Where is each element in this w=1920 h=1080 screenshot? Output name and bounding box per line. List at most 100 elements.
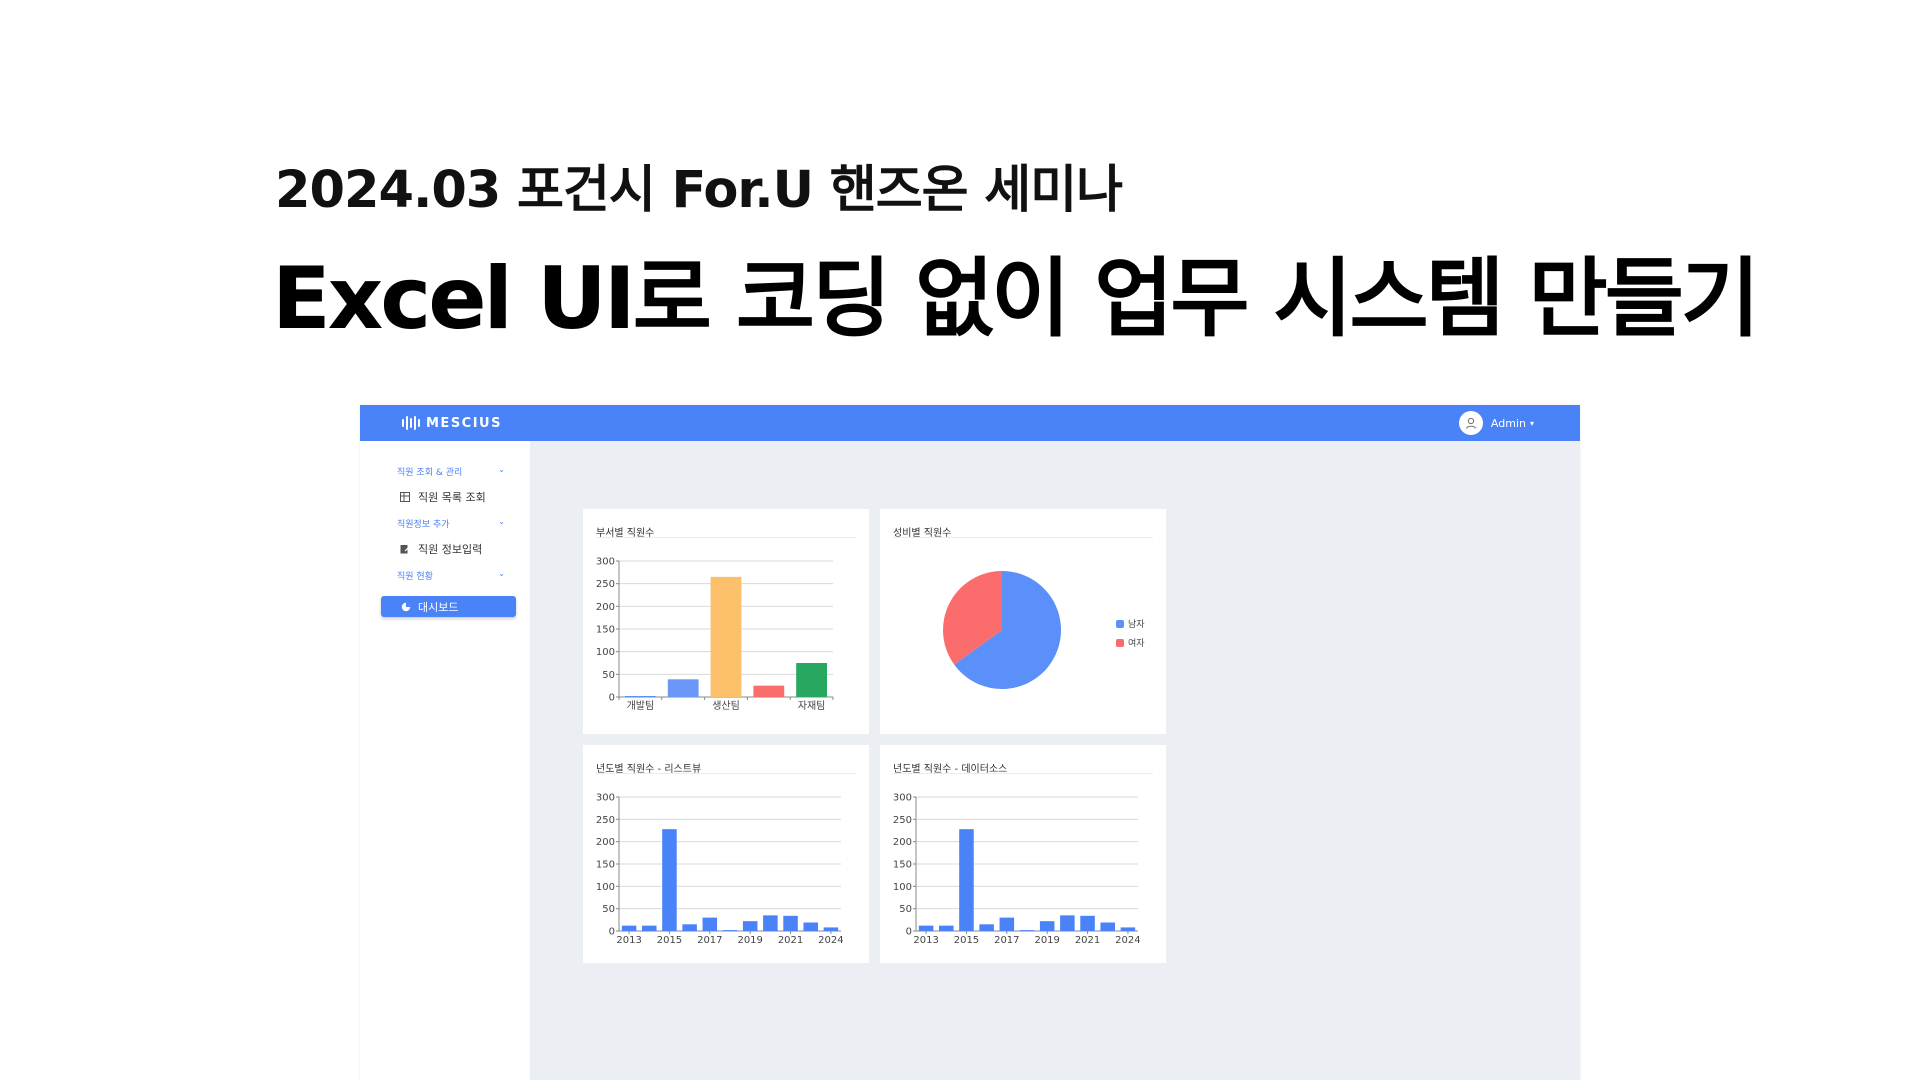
bar xyxy=(742,921,758,931)
mescius-logo-icon xyxy=(402,416,420,430)
x-tick-label: 생산팀 xyxy=(712,700,740,712)
y-tick-label: 100 xyxy=(596,647,615,658)
sidebar-group-employee-add[interactable]: 직원정보 추가 ⌄ xyxy=(397,517,505,530)
bar xyxy=(959,829,974,931)
sidebar-group-label: 직원 조회 & 관리 xyxy=(397,468,463,478)
bar xyxy=(763,915,778,931)
pie-chart-icon xyxy=(401,602,411,611)
sidebar-item-label: 대시보드 xyxy=(418,600,459,614)
slide: 2024.03 포건시 For.U 핸즈온 세미나 Excel UI로 코딩 없… xyxy=(0,0,1920,1080)
x-tick-label: 2019 xyxy=(737,935,762,946)
card-gender-chart: 성비별 직원수 남자 여자 xyxy=(880,509,1166,734)
bar xyxy=(702,917,718,931)
y-tick-label: 150 xyxy=(893,860,912,871)
y-tick-label: 0 xyxy=(609,693,615,704)
y-tick-label: 200 xyxy=(596,602,615,613)
y-tick-label: 300 xyxy=(893,793,912,804)
bar xyxy=(803,922,818,931)
y-tick-label: 100 xyxy=(893,882,912,893)
sidebar-item-employee-list[interactable]: 직원 목록 조회 xyxy=(400,489,486,505)
table-icon xyxy=(400,492,410,502)
x-tick-label: 2024 xyxy=(1115,935,1140,946)
dept-bar-chart: 0 50 100 150 200 250 300 개발팀 생산팀 자재팀 xyxy=(596,557,834,712)
x-tick-label: 2024 xyxy=(818,935,843,946)
bar xyxy=(621,925,637,931)
bar xyxy=(722,930,738,931)
x-tick-label: 2013 xyxy=(616,935,641,946)
dashboard-area: 부서별 직원수 0 50 100 150 200 250 300 개발팀 생산팀 자재팀 성비별 … xyxy=(530,441,1580,1080)
bar xyxy=(1100,922,1115,931)
y-tick-label: 250 xyxy=(893,815,912,826)
user-menu[interactable]: Admin ▾ xyxy=(1458,411,1534,435)
bar xyxy=(662,829,677,931)
x-tick-label: 개발팀 xyxy=(627,700,655,712)
x-tick-label: 자재팀 xyxy=(798,700,826,712)
y-tick-label: 150 xyxy=(596,860,615,871)
bar xyxy=(710,576,742,697)
legend-label: 여자 xyxy=(1128,639,1145,649)
bar xyxy=(999,917,1015,931)
sidebar-item-dashboard[interactable]: 대시보드 xyxy=(381,596,516,617)
bar xyxy=(667,679,699,697)
app-screenshot: MESCIUS Admin ▾ 직원 조회 & 관리 ⌄ 직원 목록 조회 직원… xyxy=(360,405,1580,1080)
bar xyxy=(642,925,657,931)
bar xyxy=(783,915,798,931)
bar xyxy=(1039,921,1055,931)
bar xyxy=(939,925,954,931)
y-tick-label: 300 xyxy=(596,793,615,804)
bar xyxy=(1080,915,1095,931)
year-source-bar-chart: 0 50 100 150 200 250 300 2013 2015 2017 2019 2021 20… xyxy=(893,793,1141,947)
legend-item-male: 남자 xyxy=(1116,617,1145,630)
sidebar-item-label: 직원 정보입력 xyxy=(418,543,483,556)
bar xyxy=(1019,930,1035,931)
legend-swatch xyxy=(1116,619,1124,628)
x-tick-label: 2019 xyxy=(1034,935,1059,946)
sidebar-group-label: 직원정보 추가 xyxy=(397,520,450,530)
edit-icon xyxy=(400,545,410,554)
bar xyxy=(1120,927,1136,931)
chevron-down-icon: ⌄ xyxy=(498,569,505,578)
sidebar-item-label: 직원 목록 조회 xyxy=(418,491,486,504)
sidebar-group-employee-manage[interactable]: 직원 조회 & 관리 ⌄ xyxy=(397,465,505,478)
bar xyxy=(753,685,785,697)
caret-down-icon: ▾ xyxy=(1529,418,1534,428)
bar xyxy=(823,927,839,931)
legend-swatch xyxy=(1116,638,1124,647)
x-tick-label: 2017 xyxy=(994,935,1019,946)
bar xyxy=(918,925,934,931)
brand-logo[interactable]: MESCIUS xyxy=(402,415,502,431)
card-year-source-chart: 년도별 직원수 - 데이터소스 0 50 100 150 200 250 300 2013 20… xyxy=(880,745,1166,963)
y-tick-label: 200 xyxy=(893,837,912,848)
year-list-bar-chart: 0 50 100 150 200 250 300 2013 2015 2017 2019 2021 20… xyxy=(596,793,844,947)
top-bar: MESCIUS Admin ▾ xyxy=(360,405,1580,441)
y-tick-label: 0 xyxy=(609,927,615,938)
y-tick-label: 150 xyxy=(596,625,615,636)
bar xyxy=(682,924,697,931)
chevron-down-icon: ⌄ xyxy=(498,517,505,526)
slide-headline: Excel UI로 코딩 없이 업무 시스템 만들기 xyxy=(272,249,1760,349)
chevron-down-icon: ⌄ xyxy=(498,465,505,474)
user-avatar-icon xyxy=(1458,411,1483,435)
y-tick-label: 50 xyxy=(899,904,912,915)
bar xyxy=(1060,915,1075,931)
x-tick-label: 2013 xyxy=(913,935,938,946)
legend-label: 남자 xyxy=(1128,620,1145,630)
x-tick-label: 2015 xyxy=(657,935,682,946)
bar xyxy=(624,696,656,697)
y-tick-label: 100 xyxy=(596,882,615,893)
bar xyxy=(979,924,994,931)
user-name: Admin xyxy=(1490,416,1526,430)
sidebar-item-employee-input[interactable]: 직원 정보입력 xyxy=(400,541,482,557)
y-tick-label: 50 xyxy=(602,670,615,681)
x-tick-label: 2021 xyxy=(1075,935,1100,946)
gender-legend: 남자 여자 xyxy=(1116,617,1145,649)
y-tick-label: 250 xyxy=(596,579,615,590)
x-tick-label: 2015 xyxy=(954,935,979,946)
y-tick-label: 0 xyxy=(906,927,912,938)
y-tick-label: 250 xyxy=(596,815,615,826)
y-tick-label: 300 xyxy=(596,557,615,568)
y-tick-label: 50 xyxy=(602,904,615,915)
card-year-list-chart: 년도별 직원수 - 리스트뷰 0 50 100 150 200 250 300 2013 201… xyxy=(583,745,869,963)
sidebar-group-employee-status[interactable]: 직원 현황 ⌄ xyxy=(397,569,505,582)
sidebar-group-label: 직원 현황 xyxy=(397,572,433,582)
